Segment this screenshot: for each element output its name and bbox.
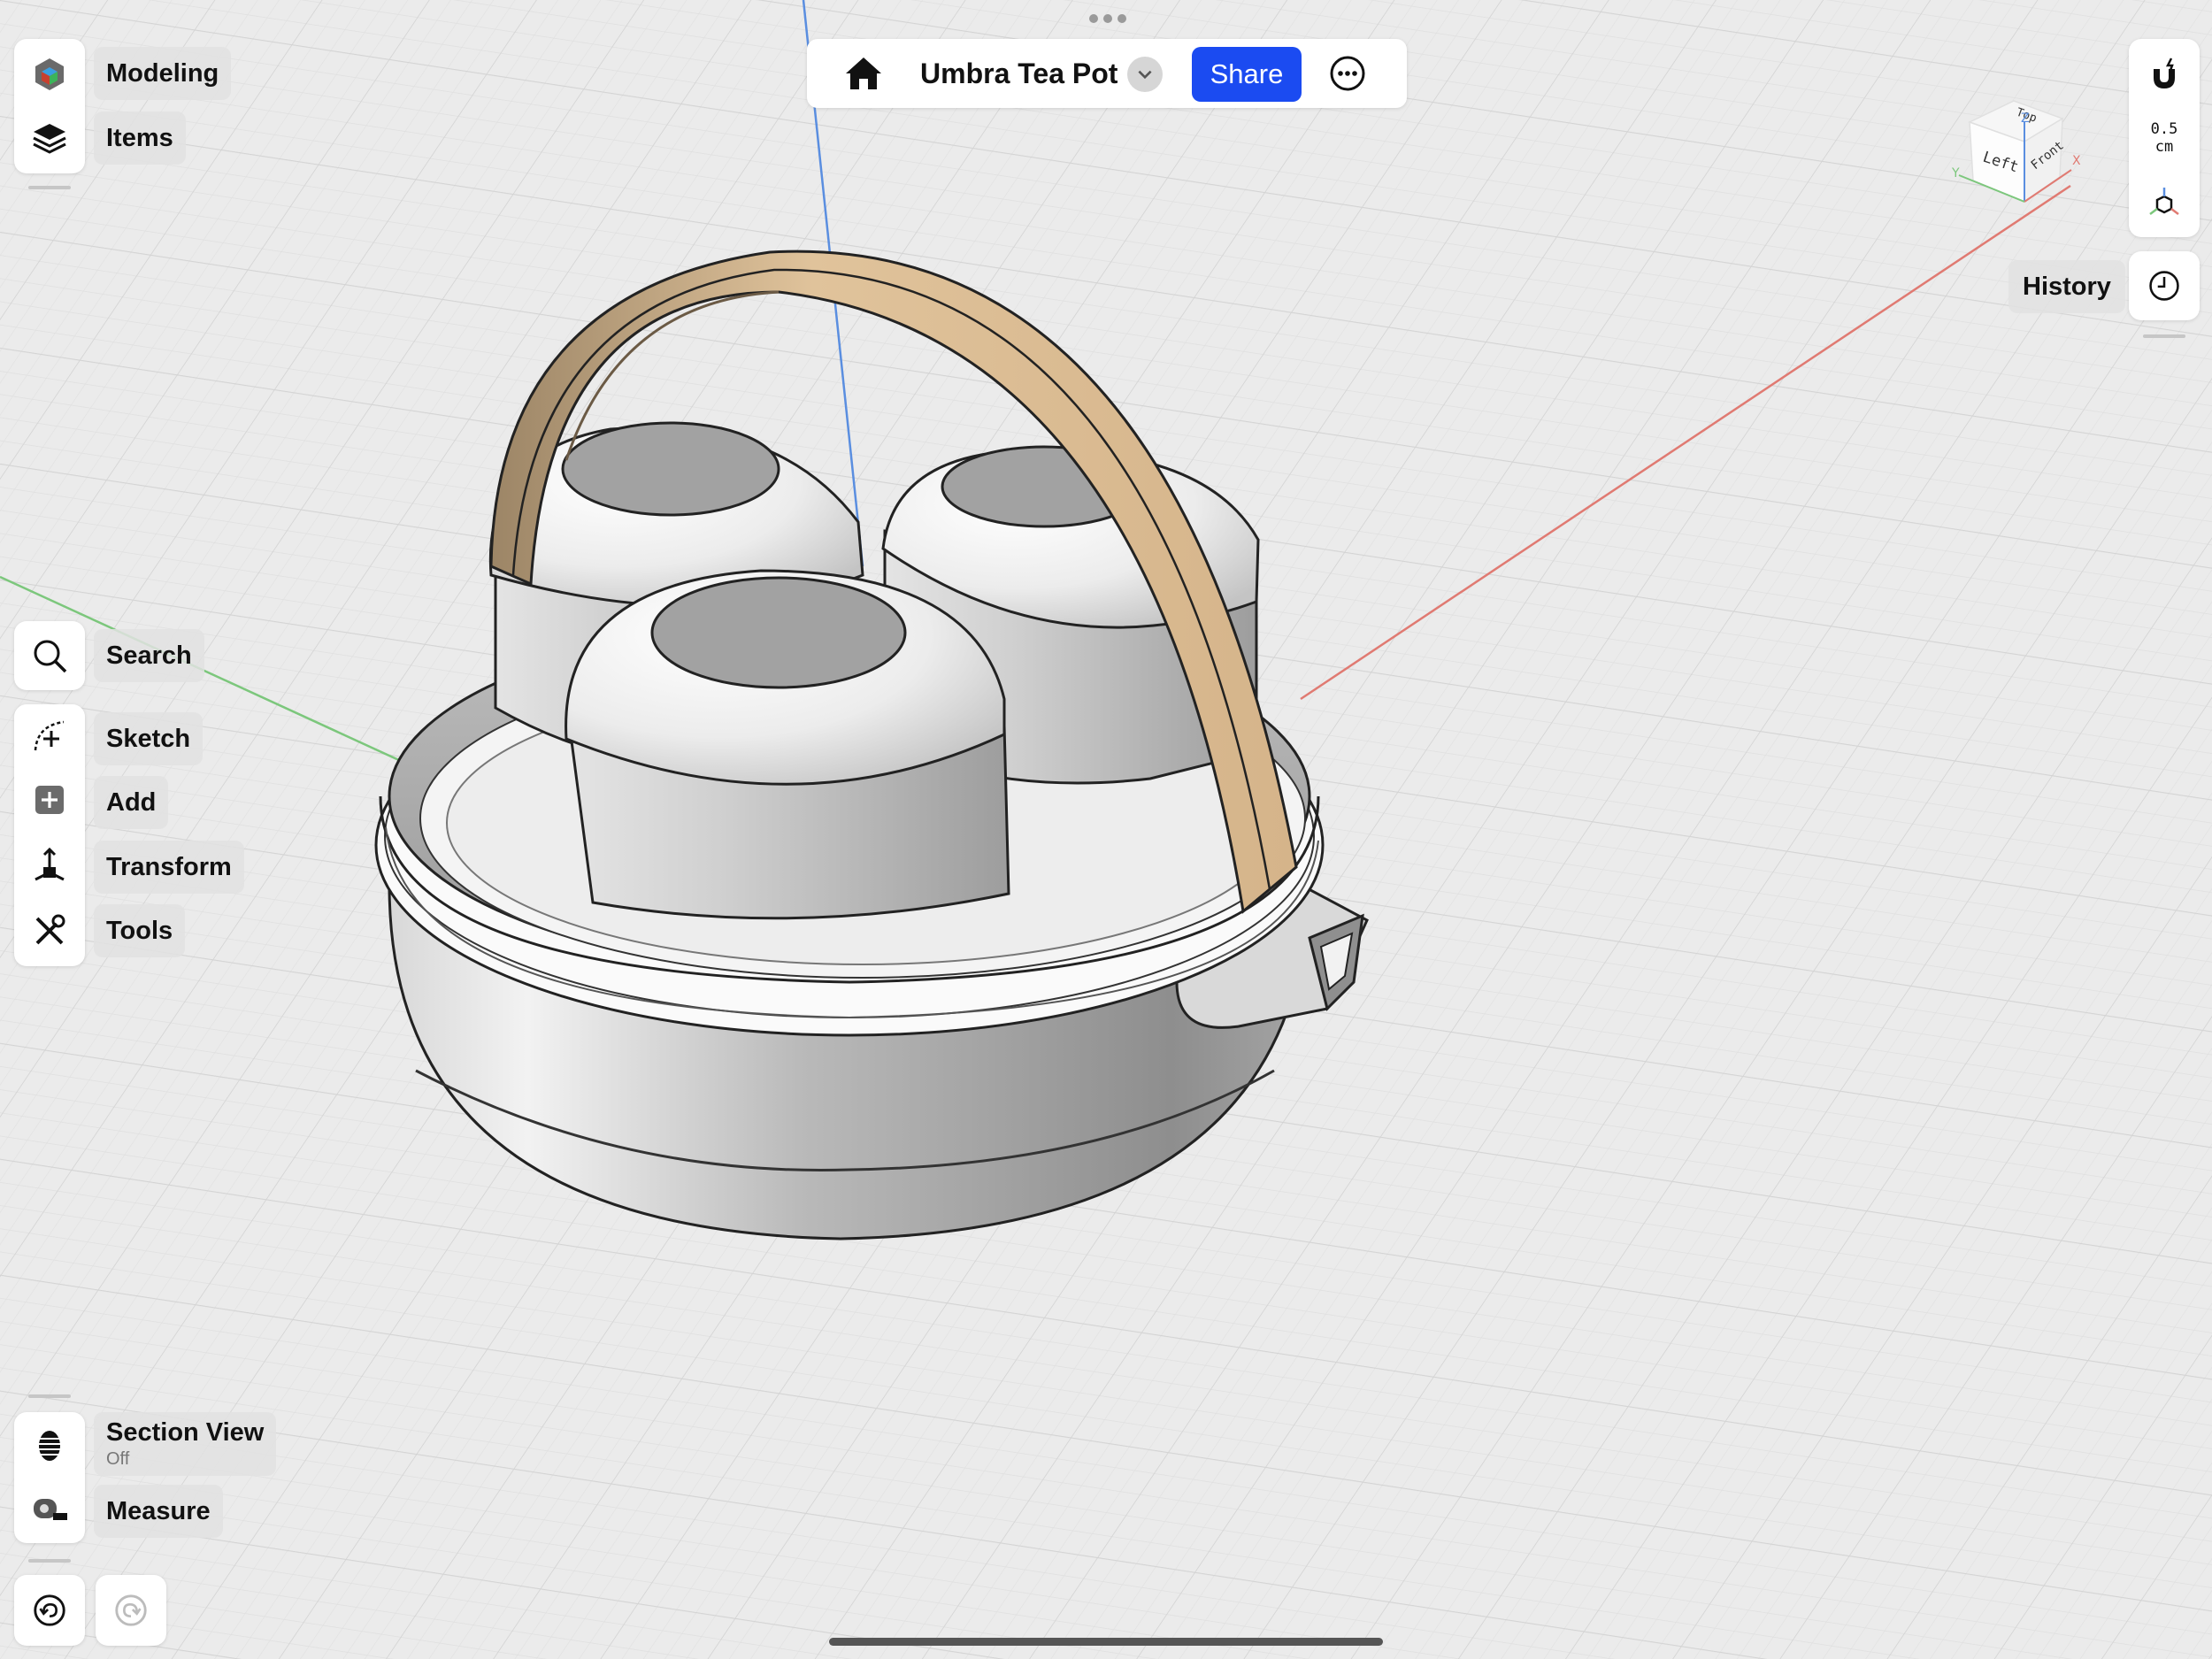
section-view-icon[interactable]	[14, 1414, 85, 1478]
magnet-snap-icon[interactable]	[2129, 42, 2200, 106]
view-cube-x-label: X	[2072, 154, 2081, 168]
home-icon[interactable]	[842, 52, 885, 95]
divider	[2143, 334, 2185, 338]
sketch-icon[interactable]	[14, 704, 85, 768]
document-title[interactable]: Umbra Tea Pot	[920, 39, 1118, 108]
search-icon[interactable]	[14, 624, 85, 687]
section-view-title: Section View	[106, 1418, 265, 1447]
axis-gizmo-icon[interactable]	[2129, 172, 2200, 235]
add-label[interactable]: Add	[94, 776, 169, 829]
snap-panel: 0.5 cm	[2129, 39, 2200, 237]
inspect-panel	[14, 1412, 85, 1543]
share-button[interactable]: Share	[1192, 47, 1302, 102]
view-cube-z-label: Z	[2021, 111, 2030, 126]
section-view-label[interactable]: Section View Off	[94, 1412, 277, 1476]
snap-increment[interactable]: 0.5 cm	[2129, 120, 2200, 156]
add-icon[interactable]	[14, 768, 85, 832]
divider	[28, 1559, 71, 1563]
workspace-panel	[14, 39, 85, 173]
redo-button[interactable]	[96, 1575, 166, 1646]
search-label[interactable]: Search	[94, 629, 204, 682]
sketch-label[interactable]: Sketch	[94, 712, 204, 765]
section-view-state: Off	[106, 1449, 130, 1469]
undo-button[interactable]	[14, 1575, 85, 1646]
transform-icon[interactable]	[14, 833, 85, 897]
history-label[interactable]: History	[2008, 260, 2125, 313]
search-panel	[14, 621, 85, 690]
more-options-icon[interactable]	[1329, 55, 1366, 92]
divider	[28, 186, 71, 189]
redo-icon	[115, 1594, 147, 1626]
measure-tape-icon[interactable]	[14, 1478, 85, 1541]
modeling-label[interactable]: Modeling	[94, 47, 232, 100]
tools-panel	[14, 704, 85, 966]
home-indicator	[829, 1638, 1383, 1646]
transform-label[interactable]: Transform	[94, 841, 244, 894]
divider	[28, 1394, 71, 1398]
snap-unit: cm	[2154, 138, 2174, 156]
modeling-cube-icon[interactable]	[14, 42, 85, 106]
view-cube[interactable]: Top Left Front X Y Z	[1943, 92, 2085, 216]
layers-icon[interactable]	[14, 106, 85, 170]
items-label[interactable]: Items	[94, 111, 186, 165]
tools-label[interactable]: Tools	[94, 904, 186, 957]
document-toolbar: Umbra Tea Pot Share	[807, 39, 1407, 108]
chevron-down-icon[interactable]	[1127, 57, 1163, 92]
tools-icon[interactable]	[14, 899, 85, 963]
measure-label[interactable]: Measure	[94, 1485, 223, 1538]
3d-viewport[interactable]	[0, 0, 2212, 1659]
undo-icon	[34, 1594, 65, 1626]
toolbar-drag-handle[interactable]	[1089, 14, 1126, 23]
snap-value: 0.5	[2150, 120, 2178, 138]
history-button[interactable]	[2129, 251, 2200, 320]
view-cube-y-label: Y	[1951, 166, 1960, 180]
clock-icon	[2149, 271, 2179, 301]
